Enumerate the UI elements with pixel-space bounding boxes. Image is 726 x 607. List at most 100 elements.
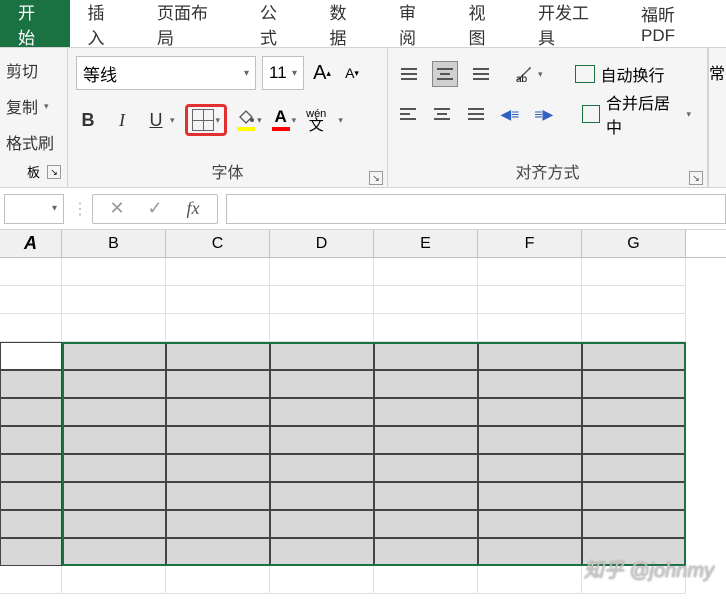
cell[interactable] (0, 538, 62, 566)
cell[interactable] (582, 426, 686, 454)
cell[interactable] (62, 314, 166, 342)
cell[interactable] (0, 454, 62, 482)
font-dialog-launcher[interactable]: ↘ (369, 171, 383, 185)
cell[interactable] (270, 286, 374, 314)
cell[interactable] (582, 314, 686, 342)
tab-insert[interactable]: 插入 (70, 0, 140, 47)
format-painter-button[interactable]: 格式刷 (4, 124, 63, 160)
cell[interactable] (166, 538, 270, 566)
cell[interactable] (0, 398, 62, 426)
phonetic-guide-button[interactable]: wén 文 (306, 109, 326, 131)
tab-review[interactable]: 审阅 (381, 0, 451, 47)
chevron-down-icon[interactable]: ▾ (44, 101, 49, 112)
cell[interactable] (0, 370, 62, 398)
tab-dev-tools[interactable]: 开发工具 (520, 0, 623, 47)
cell[interactable] (166, 286, 270, 314)
cell[interactable] (62, 566, 166, 594)
cell[interactable] (0, 286, 62, 314)
cell[interactable] (374, 286, 478, 314)
align-right-button[interactable] (464, 101, 488, 127)
cell[interactable] (270, 342, 374, 370)
tab-data[interactable]: 数据 (312, 0, 382, 47)
alignment-dialog-launcher[interactable]: ↘ (689, 171, 703, 185)
tab-foxit-pdf[interactable]: 福昕PDF (623, 0, 726, 47)
cell[interactable] (478, 454, 582, 482)
cut-button[interactable]: 剪切 (4, 52, 63, 88)
cell[interactable] (478, 510, 582, 538)
cell[interactable] (582, 286, 686, 314)
cell[interactable] (270, 398, 374, 426)
cell[interactable] (0, 314, 62, 342)
chevron-down-icon[interactable]: ▾ (538, 69, 543, 80)
grow-font-button[interactable]: A▴ (310, 58, 334, 88)
tab-start[interactable]: 开始 (0, 0, 70, 47)
cell[interactable] (374, 342, 478, 370)
cell[interactable] (166, 370, 270, 398)
cell[interactable] (270, 370, 374, 398)
decrease-indent-button[interactable]: ◀≡ (498, 101, 522, 127)
increase-indent-button[interactable]: ≡▶ (532, 101, 556, 127)
cell[interactable] (166, 454, 270, 482)
formula-input[interactable] (226, 194, 726, 224)
col-header-F[interactable]: F (478, 230, 582, 257)
cell[interactable] (374, 314, 478, 342)
name-box[interactable]: ▾ (4, 194, 64, 224)
clipboard-dialog-launcher[interactable]: ↘ (47, 165, 61, 179)
cancel-formula-button[interactable]: ✕ (107, 198, 127, 219)
cell[interactable] (0, 342, 62, 370)
cell[interactable] (374, 258, 478, 286)
cell[interactable] (270, 538, 374, 566)
cell[interactable] (478, 398, 582, 426)
cell[interactable] (374, 510, 478, 538)
cell[interactable] (166, 566, 270, 594)
cell[interactable] (62, 370, 166, 398)
col-header-B[interactable]: B (62, 230, 166, 257)
cell[interactable] (0, 510, 62, 538)
chevron-down-icon[interactable]: ▾ (257, 115, 262, 126)
cell[interactable] (478, 258, 582, 286)
underline-button[interactable]: U (144, 106, 168, 134)
shrink-font-button[interactable]: A▾ (340, 58, 364, 88)
cell[interactable] (62, 286, 166, 314)
tab-formula[interactable]: 公式 (242, 0, 312, 47)
cell[interactable] (166, 258, 270, 286)
cell[interactable] (374, 454, 478, 482)
cell[interactable] (270, 314, 374, 342)
chevron-down-icon[interactable]: ▾ (216, 115, 221, 126)
col-header-D[interactable]: D (270, 230, 374, 257)
cell[interactable] (374, 566, 478, 594)
cell[interactable] (582, 454, 686, 482)
cell[interactable] (478, 314, 582, 342)
font-name-combo[interactable]: 等线▾ (76, 56, 256, 90)
cell[interactable] (270, 510, 374, 538)
borders-button[interactable]: ▾ (185, 104, 228, 136)
cell[interactable] (62, 398, 166, 426)
cell[interactable] (582, 482, 686, 510)
cell[interactable] (478, 538, 582, 566)
cell[interactable] (0, 482, 62, 510)
insert-function-button[interactable]: fx (183, 198, 203, 219)
italic-button[interactable]: I (110, 106, 134, 134)
cell[interactable] (374, 370, 478, 398)
cell[interactable] (478, 286, 582, 314)
font-size-combo[interactable]: 11▾ (262, 56, 304, 90)
orientation-icon[interactable]: ab (514, 64, 536, 84)
merge-center-button[interactable]: 合并后居中 ▾ (574, 86, 699, 142)
cell[interactable] (374, 398, 478, 426)
chevron-down-icon[interactable]: ▾ (686, 109, 691, 120)
cell[interactable] (374, 426, 478, 454)
cell[interactable] (270, 258, 374, 286)
cell[interactable] (374, 482, 478, 510)
cell[interactable] (582, 258, 686, 286)
cell[interactable] (166, 482, 270, 510)
align-middle-button[interactable] (432, 61, 458, 87)
bold-button[interactable]: B (76, 106, 100, 134)
align-center-button[interactable] (430, 101, 454, 127)
cell[interactable] (62, 342, 166, 370)
cell[interactable] (62, 454, 166, 482)
cell[interactable] (166, 314, 270, 342)
tab-page-layout[interactable]: 页面布局 (139, 0, 242, 47)
cell[interactable] (0, 258, 62, 286)
confirm-formula-button[interactable]: ✓ (145, 198, 165, 219)
cell[interactable] (166, 510, 270, 538)
